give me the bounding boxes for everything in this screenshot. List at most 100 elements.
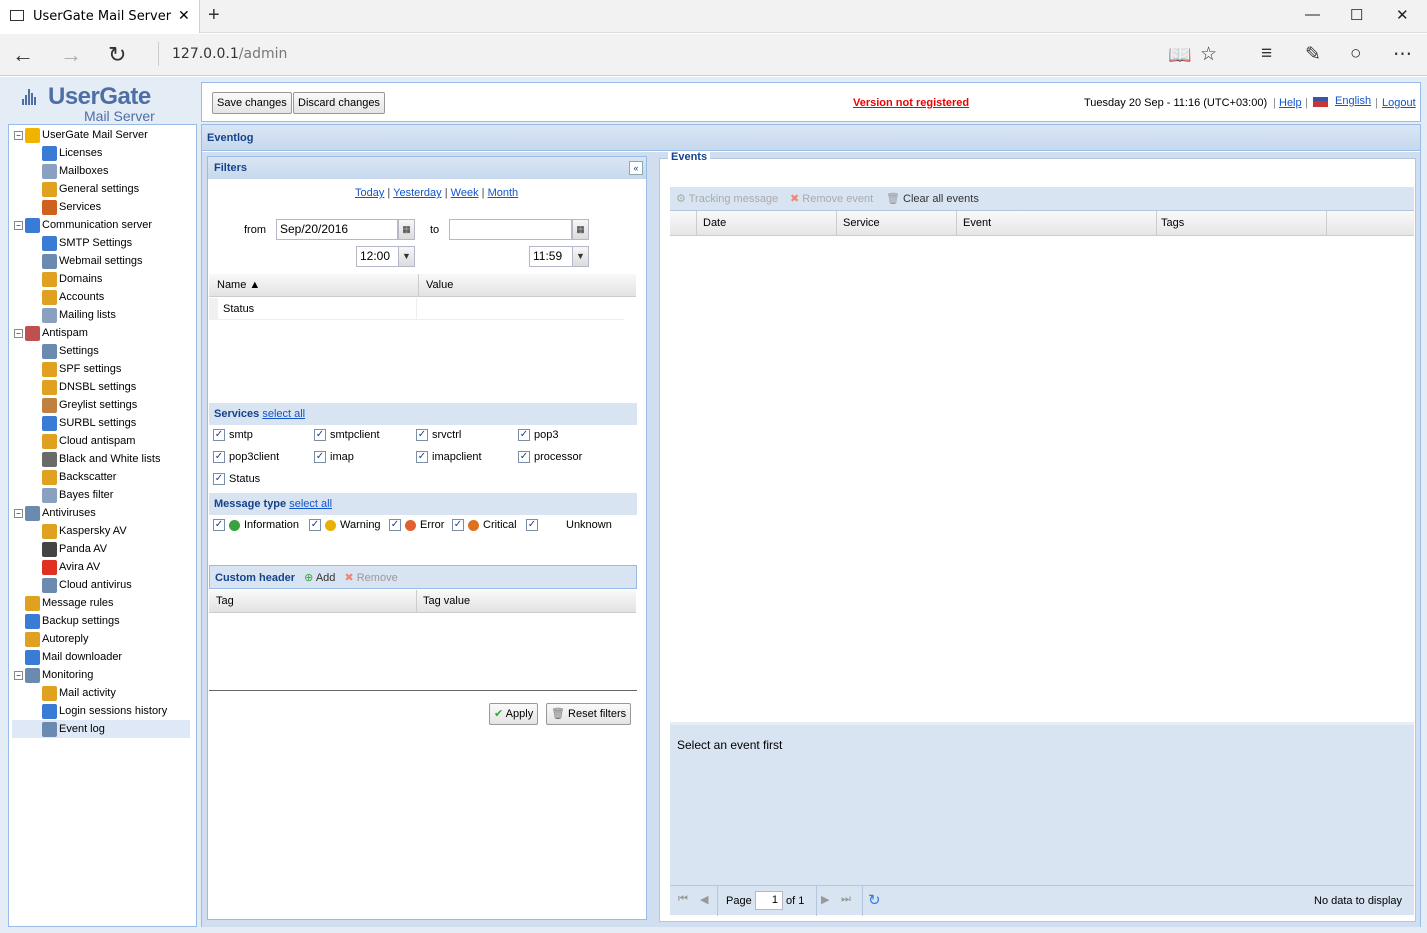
tag-value-column-header[interactable]: Tag value	[423, 595, 470, 607]
msgtype-checkbox-information[interactable]: ✓ Information	[213, 519, 299, 532]
name-column-header[interactable]: Name ▲	[217, 279, 260, 291]
checkbox-check-icon[interactable]: ✓	[526, 519, 538, 532]
remove-event-button[interactable]: ✖ Remove event	[790, 192, 873, 205]
msgtype-checkbox-error[interactable]: ✓ Error	[389, 519, 444, 532]
checkbox-check-icon[interactable]: ✓	[213, 519, 225, 532]
yesterday-link[interactable]: Yesterday	[393, 187, 442, 199]
checkbox-check-icon[interactable]: ✓	[314, 451, 326, 464]
event-column-header[interactable]: Event	[963, 217, 991, 229]
tree-item-general-settings[interactable]: General settings	[12, 180, 190, 198]
checkbox-check-icon[interactable]: ✓	[518, 429, 530, 442]
collapse-toggle-icon[interactable]: −	[14, 328, 23, 338]
clear-all-events-button[interactable]: 🗑 Clear all events	[886, 192, 979, 205]
logout-link[interactable]: Logout	[1382, 97, 1416, 109]
tag-column-header[interactable]: Tag	[216, 595, 234, 607]
checkbox-check-icon[interactable]: ✓	[213, 451, 225, 464]
browser-tab[interactable]: UserGate Mail Server ✕	[0, 0, 200, 33]
tree-item-usergate-mail-server[interactable]: − UserGate Mail Server	[14, 126, 192, 144]
discard-changes-button[interactable]: Discard changes	[293, 92, 385, 114]
tree-item-autoreply[interactable]: Autoreply	[14, 630, 192, 648]
address-bar[interactable]: 127.0.0.1/admin	[172, 46, 287, 62]
from-time-select[interactable]: 12:00	[356, 246, 401, 267]
more-icon[interactable]: ⋯	[1393, 43, 1412, 66]
tree-item-licenses[interactable]: Licenses	[12, 144, 190, 162]
forward-arrow-icon[interactable]: →	[60, 42, 82, 68]
to-date-input[interactable]	[449, 219, 572, 240]
tree-item-smtp-settings[interactable]: SMTP Settings	[12, 234, 190, 252]
checkbox-check-icon[interactable]: ✓	[314, 429, 326, 442]
tree-item-spf-settings[interactable]: SPF settings	[12, 360, 190, 378]
tree-item-backscatter[interactable]: Backscatter	[12, 468, 190, 486]
today-link[interactable]: Today	[355, 187, 384, 199]
tree-item-communication-server[interactable]: − Communication server	[14, 216, 192, 234]
reading-view-icon[interactable]: 📖	[1168, 43, 1192, 67]
checkbox-check-icon[interactable]: ✓	[309, 519, 321, 532]
next-page-icon[interactable]: ▶	[821, 893, 829, 906]
page-number-input[interactable]: 1	[755, 891, 783, 910]
collapse-toggle-icon[interactable]: −	[14, 220, 23, 230]
collapse-icon[interactable]: «	[629, 161, 643, 175]
collapse-toggle-icon[interactable]: −	[14, 130, 23, 140]
table-row[interactable]: Status	[209, 298, 624, 320]
service-checkbox-pop3client[interactable]: ✓ pop3client	[213, 451, 279, 464]
tree-item-bayes-filter[interactable]: Bayes filter	[12, 486, 190, 504]
service-checkbox-srvctrl[interactable]: ✓ srvctrl	[416, 429, 461, 442]
maximize-button[interactable]: ☐	[1350, 6, 1363, 24]
tree-item-monitoring[interactable]: − Monitoring	[14, 666, 192, 684]
tree-item-cloud-antispam[interactable]: Cloud antispam	[12, 432, 190, 450]
service-checkbox-smtpclient[interactable]: ✓ smtpclient	[314, 429, 380, 442]
tree-item-panda-av[interactable]: Panda AV	[12, 540, 190, 558]
checkbox-check-icon[interactable]: ✓	[518, 451, 530, 464]
tree-item-accounts[interactable]: Accounts	[12, 288, 190, 306]
minimize-button[interactable]: —	[1305, 6, 1320, 23]
first-page-icon[interactable]: ⏮	[678, 893, 688, 906]
msgtype-select-all-link[interactable]: select all	[289, 498, 332, 510]
tree-item-settings[interactable]: Settings	[12, 342, 190, 360]
checkbox-check-icon[interactable]: ✓	[416, 429, 428, 442]
add-button[interactable]: ⊕ Add	[304, 572, 335, 584]
month-link[interactable]: Month	[488, 187, 519, 199]
to-time-select[interactable]: 11:59	[529, 246, 574, 267]
checkbox-check-icon[interactable]: ✓	[213, 473, 225, 486]
tree-item-antiviruses[interactable]: − Antiviruses	[14, 504, 192, 522]
chevron-down-icon[interactable]: ▼	[398, 246, 415, 267]
date-column-header[interactable]: Date	[703, 217, 726, 229]
service-checkbox-status[interactable]: ✓ Status	[213, 473, 260, 486]
web-note-icon[interactable]: ✎	[1305, 43, 1321, 66]
apply-button[interactable]: ✔ Apply	[489, 703, 539, 725]
service-checkbox-smtp[interactable]: ✓ smtp	[213, 429, 253, 442]
from-calendar-icon[interactable]: ▦	[398, 219, 415, 240]
tree-item-antispam[interactable]: − Antispam	[14, 324, 192, 342]
msgtype-checkbox-critical[interactable]: ✓ Critical	[452, 519, 517, 532]
tree-item-webmail-settings[interactable]: Webmail settings	[12, 252, 190, 270]
tree-item-cloud-antivirus[interactable]: Cloud antivirus	[12, 576, 190, 594]
checkbox-check-icon[interactable]: ✓	[213, 429, 225, 442]
checkbox-check-icon[interactable]: ✓	[452, 519, 464, 532]
remove-button[interactable]: ✖ Remove	[344, 572, 397, 584]
tree-item-login-sessions-history[interactable]: Login sessions history	[12, 702, 190, 720]
tab-close-icon[interactable]: ✕	[178, 7, 190, 24]
msgtype-checkbox-unknown[interactable]: ✓ Unknown	[526, 519, 612, 532]
new-tab-button[interactable]: +	[208, 4, 220, 27]
refresh-icon[interactable]: ↻	[868, 891, 881, 909]
week-link[interactable]: Week	[451, 187, 479, 199]
tree-item-greylist-settings[interactable]: Greylist settings	[12, 396, 190, 414]
tree-item-mail-downloader[interactable]: Mail downloader	[14, 648, 192, 666]
tree-item-event-log[interactable]: Event log	[12, 720, 190, 738]
from-date-input[interactable]: Sep/20/2016	[276, 219, 398, 240]
share-icon[interactable]: ○	[1350, 43, 1361, 65]
service-checkbox-pop3[interactable]: ✓ pop3	[518, 429, 558, 442]
refresh-icon[interactable]: ↻	[108, 42, 126, 68]
tree-item-domains[interactable]: Domains	[12, 270, 190, 288]
save-changes-button[interactable]: Save changes	[212, 92, 292, 114]
to-calendar-icon[interactable]: ▦	[572, 219, 589, 240]
close-window-button[interactable]: ✕	[1396, 6, 1409, 24]
version-not-registered-link[interactable]: Version not registered	[853, 97, 969, 109]
services-select-all-link[interactable]: select all	[262, 408, 305, 420]
tree-item-mailing-lists[interactable]: Mailing lists	[12, 306, 190, 324]
collapse-toggle-icon[interactable]: −	[14, 670, 23, 680]
tree-item-avira-av[interactable]: Avira AV	[12, 558, 190, 576]
tree-item-surbl-settings[interactable]: SURBL settings	[12, 414, 190, 432]
tree-item-backup-settings[interactable]: Backup settings	[14, 612, 192, 630]
chevron-down-icon[interactable]: ▼	[572, 246, 589, 267]
